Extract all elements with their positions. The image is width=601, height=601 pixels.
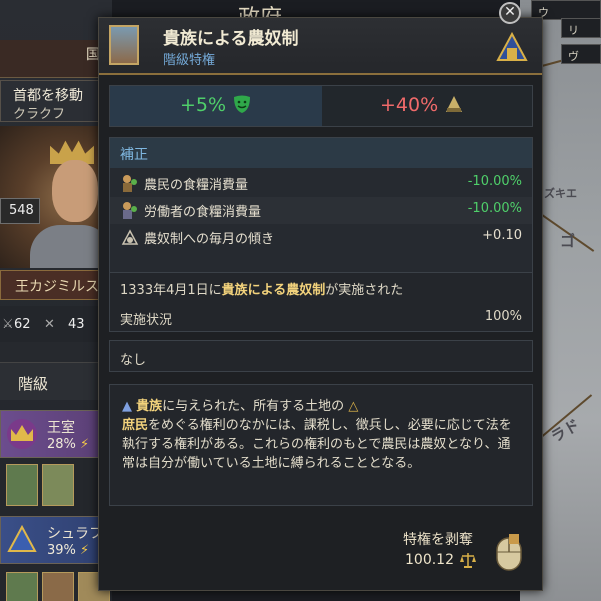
modifier-row: 労働者の食糧消費量 -10.00% bbox=[110, 197, 532, 224]
description-lead: 貴族 bbox=[136, 399, 163, 414]
revoke-cost: 100.12 bbox=[405, 552, 454, 568]
modifier-name: 農民の食糧消費量 bbox=[144, 178, 249, 193]
move-capital-label: 首都を移動 bbox=[13, 88, 83, 104]
power-effect: +40% bbox=[380, 94, 464, 116]
classes-header: 階級 bbox=[0, 362, 112, 400]
happy-mask-icon bbox=[234, 95, 251, 113]
implementation-value: 100% bbox=[484, 309, 522, 324]
close-icon[interactable]: ✕ bbox=[499, 2, 521, 24]
modifier-value: +0.10 bbox=[482, 228, 522, 243]
ruler-face bbox=[52, 160, 98, 222]
privilege-card[interactable] bbox=[6, 572, 38, 601]
description-commoner: 庶民 bbox=[122, 418, 149, 433]
map-province-chip[interactable]: リ bbox=[561, 18, 601, 38]
map-region-label: ラド bbox=[547, 415, 583, 447]
class-row-szlachta[interactable]: シュラフ 39% ⚡ bbox=[0, 516, 112, 564]
enactment-status: 1333年4月1日に貴族による農奴制が実施された 実施状況 100% bbox=[109, 272, 533, 332]
modifiers-header: 補正 bbox=[110, 138, 532, 168]
class-name: 王室 bbox=[47, 420, 75, 436]
enacted-date-text: 1333年4月1日に貴族による農奴制が実施された bbox=[120, 283, 404, 298]
privilege-card[interactable] bbox=[6, 464, 38, 506]
modifier-row: 農民の食糧消費量 -10.00% bbox=[110, 170, 532, 197]
mouse-click-icon[interactable] bbox=[489, 530, 529, 572]
effects-bar: +5% +40% bbox=[109, 85, 533, 127]
modifier-value: -10.00% bbox=[467, 174, 522, 189]
nobility-small-icon: ▲ bbox=[122, 399, 132, 414]
commoners-small-icon: △ bbox=[348, 399, 359, 414]
privilege-thumbnail bbox=[109, 25, 139, 65]
modifiers-panel: 補正 農民の食糧消費量 -10.00% 労働者の食糧消費量 -10.00% 農奴… bbox=[109, 137, 533, 277]
modifier-name: 農奴制への毎月の傾き bbox=[144, 232, 275, 247]
scales-icon bbox=[459, 551, 477, 569]
tooltip-title: 貴族による農奴制 bbox=[163, 29, 299, 49]
privilege-card[interactable] bbox=[42, 464, 74, 506]
crown-class-icon bbox=[5, 417, 39, 451]
description-part2: をめぐる権利のなかには、課税し、徴兵し、必要に応じて法を執行する権利がある。これ… bbox=[122, 418, 512, 471]
tooltip-subtitle: 階級特権 bbox=[163, 53, 216, 68]
map-region-label: ゴ bbox=[560, 232, 576, 250]
description-part1: に与えられた、所有する土地の bbox=[162, 399, 345, 414]
class-power-icon bbox=[446, 96, 463, 112]
bird-icon: ✕ bbox=[44, 317, 55, 332]
class-percent: 28% ⚡ bbox=[47, 437, 90, 452]
tooltip-header: 貴族による農奴制 階級特権 bbox=[99, 18, 542, 75]
laborers-icon bbox=[120, 200, 140, 220]
stat-value: 43 bbox=[68, 317, 85, 332]
class-percent: 39% ⚡ bbox=[47, 543, 90, 558]
revoke-label: 特権を剥奪 bbox=[403, 532, 473, 548]
ruler-name[interactable]: 王カジミルス bbox=[0, 270, 112, 300]
privilege-description: ▲ 貴族に与えられた、所有する土地の △ 庶民をめぐる権利のなかには、課税し、徴… bbox=[109, 384, 533, 506]
nobility-emblem-icon bbox=[496, 31, 528, 62]
satisfaction-effect: +5% bbox=[180, 94, 252, 116]
class-name: シュラフ bbox=[47, 526, 103, 542]
privilege-cards bbox=[0, 566, 112, 601]
map-region-label: ズキエ bbox=[544, 187, 577, 200]
move-capital-button[interactable]: 首都を移動 クラクフ bbox=[0, 80, 112, 122]
peasants-icon bbox=[120, 173, 140, 193]
stat-value: 62 bbox=[14, 317, 31, 332]
ruler-level: 548 bbox=[0, 198, 40, 224]
ruler-stats: ⚔ 62 ✕ 43 bbox=[0, 306, 112, 342]
none-text: なし bbox=[109, 340, 533, 372]
serfdom-drift-icon bbox=[120, 227, 140, 247]
modifier-value: -10.00% bbox=[467, 201, 522, 216]
capital-name: クラクフ bbox=[13, 107, 66, 122]
privilege-tooltip: 貴族による農奴制 階級特権 +5% +40% 補正 農民の食糧消費量 -10.0… bbox=[98, 17, 543, 591]
nobility-class-icon bbox=[5, 523, 39, 557]
class-row-royal[interactable]: 王室 28% ⚡ bbox=[0, 410, 112, 458]
sword-icon: ⚔ bbox=[2, 317, 14, 332]
implementation-label: 実施状況 bbox=[120, 313, 173, 328]
modifier-row: 農奴制への毎月の傾き +0.10 bbox=[110, 224, 532, 251]
privilege-cards bbox=[0, 458, 112, 512]
modifier-name: 労働者の食糧消費量 bbox=[144, 205, 262, 220]
privilege-card[interactable] bbox=[42, 572, 74, 601]
map-province-chip[interactable]: ヴ bbox=[561, 44, 601, 64]
